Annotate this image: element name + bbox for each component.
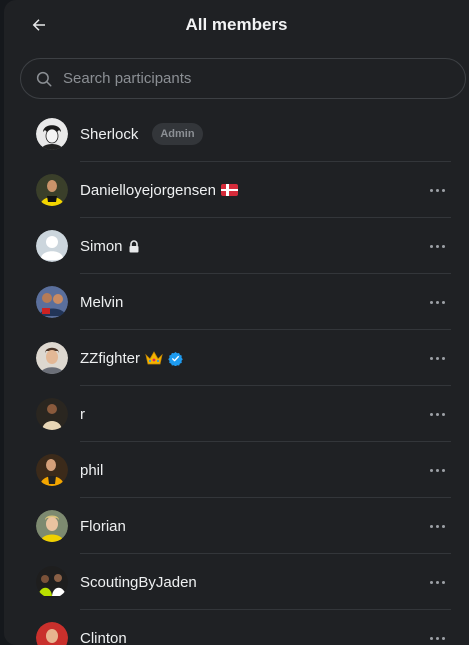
more-options-button[interactable] xyxy=(425,234,449,258)
more-horizontal-icon xyxy=(429,356,445,360)
avatar xyxy=(36,454,68,486)
members-panel: All members Sherlock Admin xyxy=(4,0,469,645)
more-options-button[interactable] xyxy=(425,346,449,370)
more-horizontal-icon xyxy=(429,580,445,584)
member-row[interactable]: Clinton xyxy=(4,610,469,645)
member-name: Simon xyxy=(80,237,123,255)
avatar xyxy=(36,622,68,645)
member-row[interactable]: r xyxy=(4,386,469,442)
more-horizontal-icon xyxy=(429,412,445,416)
lock-icon xyxy=(129,239,139,252)
member-name: Clinton xyxy=(80,629,127,645)
page-title: All members xyxy=(185,15,288,34)
header: All members xyxy=(4,0,469,54)
denmark-flag-icon xyxy=(220,184,238,196)
member-name: Sherlock xyxy=(80,125,139,143)
more-options-button[interactable] xyxy=(425,290,449,314)
more-horizontal-icon xyxy=(429,468,445,472)
avatar xyxy=(36,230,68,262)
more-options-button[interactable] xyxy=(425,402,449,426)
more-horizontal-icon xyxy=(429,636,445,640)
member-row[interactable]: Sherlock Admin xyxy=(4,106,469,162)
search-box[interactable] xyxy=(20,58,466,99)
avatar xyxy=(36,398,68,430)
more-horizontal-icon xyxy=(429,300,445,304)
more-horizontal-icon xyxy=(429,244,445,248)
more-options-button[interactable] xyxy=(425,626,449,645)
verified-badge-icon xyxy=(168,351,183,366)
more-horizontal-icon xyxy=(429,524,445,528)
member-name: ZZfighter xyxy=(80,349,141,367)
member-row[interactable]: Danielloyejorgensen xyxy=(4,162,469,218)
avatar xyxy=(36,286,68,318)
more-options-button[interactable] xyxy=(425,570,449,594)
member-name: ScoutingByJaden xyxy=(80,573,197,591)
crown-icon xyxy=(145,351,163,365)
avatar xyxy=(36,174,68,206)
search-input[interactable] xyxy=(63,70,423,87)
member-row[interactable]: Florian xyxy=(4,498,469,554)
search-icon xyxy=(36,71,52,86)
more-options-button[interactable] xyxy=(425,178,449,202)
member-name: r xyxy=(80,405,85,423)
avatar xyxy=(36,342,68,374)
member-name: Melvin xyxy=(80,293,124,311)
member-row[interactable]: Simon xyxy=(4,218,469,274)
avatar xyxy=(36,510,68,542)
avatar xyxy=(36,566,68,598)
avatar xyxy=(36,118,68,150)
more-horizontal-icon xyxy=(429,188,445,192)
more-options-button[interactable] xyxy=(425,458,449,482)
member-list: Sherlock Admin Danielloyejorgensen Simon… xyxy=(4,106,469,645)
admin-badge: Admin xyxy=(152,123,203,145)
member-row[interactable]: phil xyxy=(4,442,469,498)
member-name: Danielloyejorgensen xyxy=(80,181,216,199)
member-row[interactable]: ZZfighter xyxy=(4,330,469,386)
more-options-button[interactable] xyxy=(425,514,449,538)
member-name: phil xyxy=(80,461,104,479)
member-row[interactable]: ScoutingByJaden xyxy=(4,554,469,610)
member-row[interactable]: Melvin xyxy=(4,274,469,330)
member-name: Florian xyxy=(80,517,126,535)
